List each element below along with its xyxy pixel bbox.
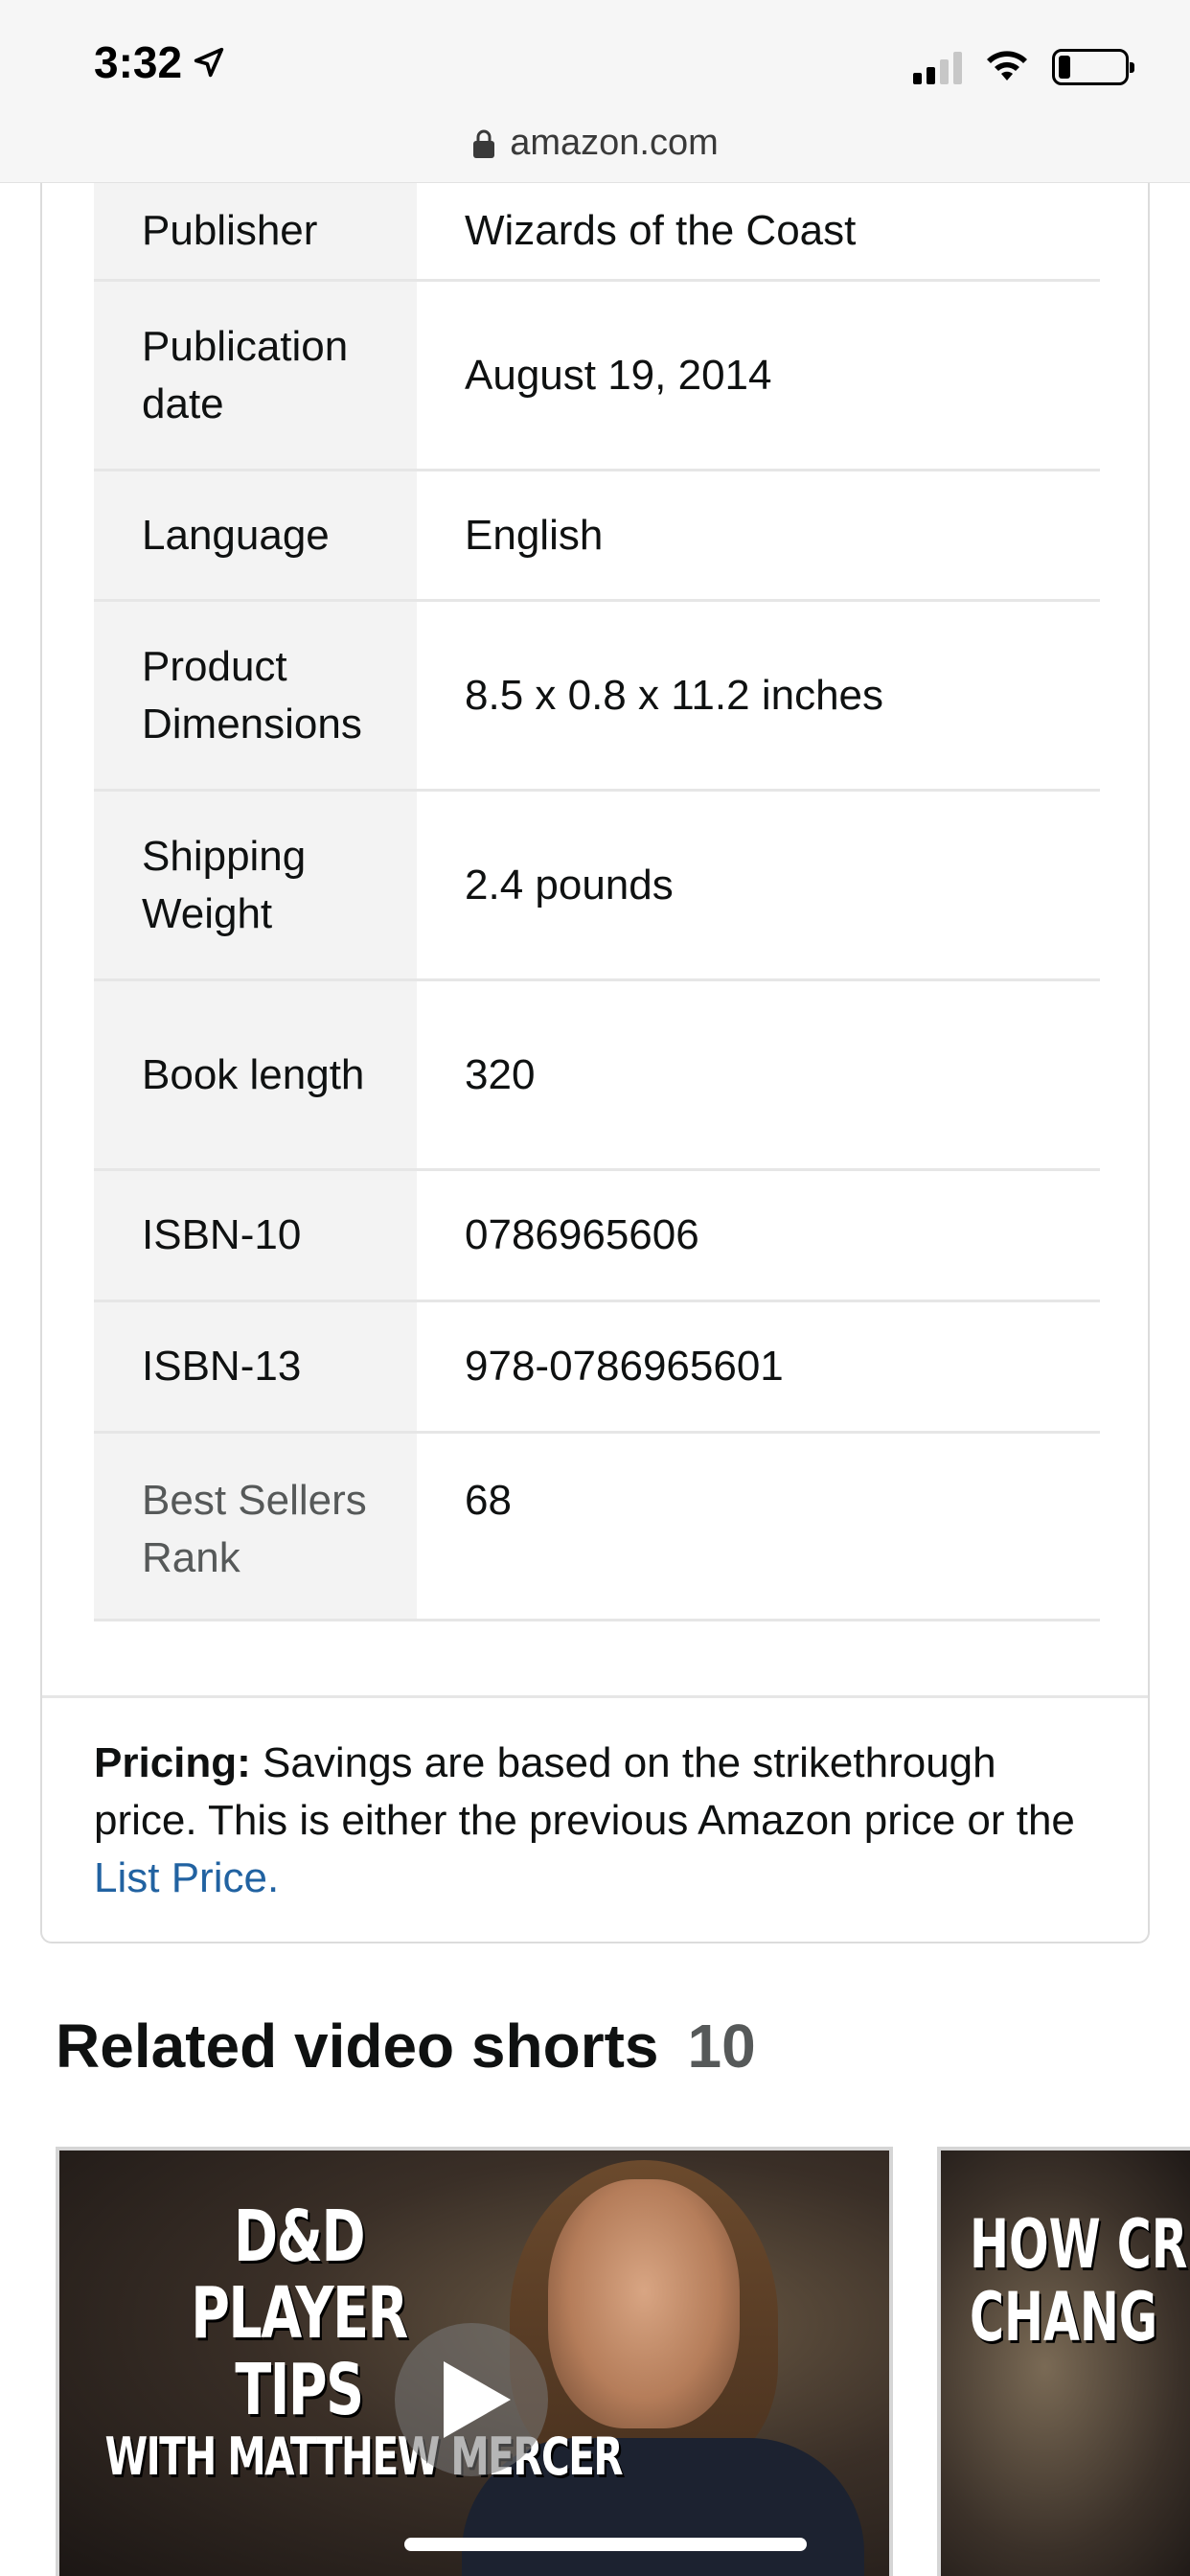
video-overlay-line: D&D PLAYER bbox=[191, 2196, 408, 2355]
detail-label: ISBN-10 bbox=[94, 1171, 417, 1300]
product-details-card: Publisher Wizards of the Coast Publicati… bbox=[40, 144, 1150, 1944]
pricing-label: Pricing: bbox=[94, 1739, 251, 1786]
detail-value: Wizards of the Coast bbox=[465, 206, 857, 254]
detail-label: Shipping Weight bbox=[94, 792, 417, 978]
related-videos-title: Related video shorts bbox=[56, 2012, 659, 2081]
detail-value: 2.4 pounds bbox=[465, 861, 674, 908]
detail-row-book-length: Book length 320 bbox=[94, 981, 1100, 1171]
detail-label: Book length bbox=[94, 981, 417, 1168]
detail-value: 68 bbox=[465, 1477, 512, 1524]
detail-row-publisher: Publisher Wizards of the Coast bbox=[94, 182, 1100, 282]
divider bbox=[42, 1695, 1148, 1698]
detail-value: English bbox=[465, 511, 604, 559]
detail-value: 0786965606 bbox=[465, 1211, 699, 1258]
detail-row-shipping-weight: Shipping Weight 2.4 pounds bbox=[94, 792, 1100, 981]
url-text: amazon.com bbox=[510, 123, 719, 163]
detail-row-language: Language English bbox=[94, 472, 1100, 602]
location-arrow-icon bbox=[194, 47, 224, 78]
detail-label: ISBN-13 bbox=[94, 1302, 417, 1431]
lock-icon bbox=[473, 129, 495, 158]
play-button[interactable] bbox=[395, 2323, 548, 2476]
video-overlay-line: HOW CRI bbox=[970, 2205, 1190, 2284]
related-videos-count: 10 bbox=[687, 2012, 756, 2081]
home-indicator[interactable] bbox=[404, 2538, 807, 2551]
detail-row-isbn-13: ISBN-13 978-0786965601 bbox=[94, 1302, 1100, 1434]
url-bar[interactable]: amazon.com bbox=[0, 123, 1190, 164]
detail-label: Best Sellers Rank bbox=[94, 1434, 417, 1619]
cellular-signal-icon bbox=[913, 50, 962, 84]
pricing-note: Pricing: Savings are based on the strike… bbox=[94, 1735, 1110, 1907]
detail-row-isbn-10: ISBN-10 0786965606 bbox=[94, 1171, 1100, 1302]
detail-value: 8.5 x 0.8 x 11.2 inches bbox=[465, 671, 884, 719]
related-videos-heading: Related video shorts 10 bbox=[56, 2011, 756, 2082]
detail-value: August 19, 2014 bbox=[465, 351, 772, 399]
browser-top-bar: 3:32 amazon.com bbox=[0, 0, 1190, 183]
battery-low-icon bbox=[1052, 48, 1134, 85]
detail-row-product-dimensions: Product Dimensions 8.5 x 0.8 x 11.2 inch… bbox=[94, 602, 1100, 792]
product-details-table: Publisher Wizards of the Coast Publicati… bbox=[94, 182, 1100, 1622]
video-card[interactable]: D&D PLAYER TIPS WITH MATTHEW MERCER bbox=[56, 2147, 893, 2576]
detail-label: Product Dimensions bbox=[94, 602, 417, 789]
wifi-icon bbox=[983, 46, 1031, 87]
video-overlay-line: CHANG bbox=[970, 2278, 1158, 2357]
detail-row-publication-date: Publication date August 19, 2014 bbox=[94, 282, 1100, 472]
play-icon bbox=[444, 2361, 511, 2438]
detail-label: Publisher bbox=[94, 182, 417, 279]
detail-label: Publication date bbox=[94, 282, 417, 469]
detail-value: 320 bbox=[465, 1050, 536, 1098]
clock-text: 3:32 bbox=[94, 37, 183, 87]
list-price-link[interactable]: List Price. bbox=[94, 1854, 279, 1901]
detail-row-best-sellers-rank: Best Sellers Rank 68 bbox=[94, 1434, 1100, 1622]
detail-label: Language bbox=[94, 472, 417, 599]
video-card[interactable]: HOW CRI CHANG bbox=[937, 2147, 1190, 2576]
video-overlay-text: HOW CRI CHANG bbox=[970, 2208, 1190, 2354]
status-time: 3:32 bbox=[94, 36, 228, 88]
detail-value: 978-0786965601 bbox=[465, 1343, 784, 1390]
status-icons bbox=[913, 46, 1134, 87]
